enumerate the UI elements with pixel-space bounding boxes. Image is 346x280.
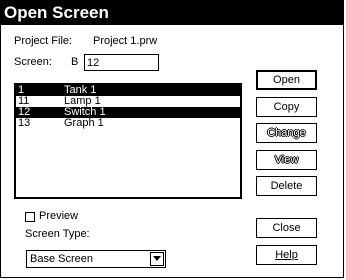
open-screen-dialog: Open Screen Project File: Project 1.prw …	[0, 0, 344, 278]
list-item-name: Graph 1	[64, 117, 104, 129]
project-file-value: Project 1.prw	[93, 35, 158, 47]
view-button-label: View	[274, 154, 299, 166]
dropdown-arrow-icon[interactable]	[150, 252, 164, 266]
change-button[interactable]: Change	[256, 123, 317, 143]
list-item[interactable]: 11 Lamp 1	[16, 96, 240, 107]
list-item[interactable]: 13 Graph 1	[16, 118, 240, 129]
screen-type-label: Screen Type:	[25, 228, 90, 240]
list-item-number: 13	[18, 117, 31, 129]
list-item[interactable]: 12 Switch 1	[16, 107, 240, 118]
dialog-title: Open Screen	[1, 1, 343, 25]
screen-list[interactable]: 1 Tank 1 11 Lamp 1 12 Switch 1 13 Graph …	[14, 83, 242, 199]
screen-type-value: Base Screen	[30, 253, 93, 265]
copy-button[interactable]: Copy	[256, 97, 317, 117]
help-button[interactable]: Help	[256, 245, 317, 265]
preview-label: Preview	[39, 210, 79, 222]
delete-button[interactable]: Delete	[256, 176, 317, 196]
screen-number-input[interactable]	[84, 54, 159, 71]
change-button-label: Change	[267, 127, 306, 139]
list-item[interactable]: 1 Tank 1	[16, 85, 240, 96]
project-file-label: Project File:	[14, 35, 73, 47]
view-button[interactable]: View	[256, 150, 317, 170]
close-button[interactable]: Close	[256, 218, 317, 238]
open-button[interactable]: Open	[256, 70, 317, 90]
screen-type-select[interactable]: Base Screen	[26, 250, 166, 268]
screen-type-code: B	[71, 56, 79, 68]
screen-label: Screen:	[14, 56, 52, 68]
preview-checkbox[interactable]	[25, 212, 35, 222]
